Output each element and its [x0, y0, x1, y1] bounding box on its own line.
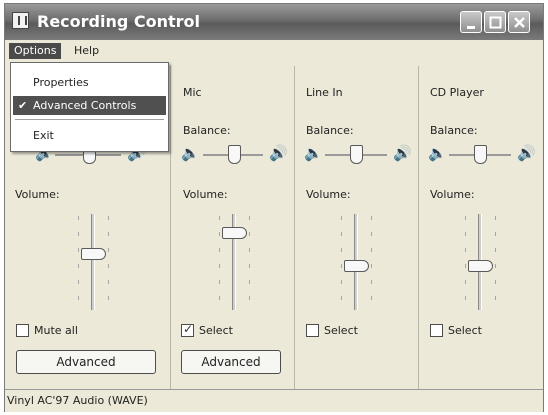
balance-label: Balance:: [183, 124, 231, 137]
speaker-left-icon: 🔈: [304, 144, 323, 162]
balance-slider-cd-player[interactable]: [474, 145, 487, 164]
volume-slider-line-in[interactable]: [344, 260, 369, 272]
column-divider: [170, 66, 171, 389]
balance-slider-mic[interactable]: [228, 145, 241, 164]
menu-item-label: Advanced Controls: [33, 99, 137, 112]
column-title-cd-player: CD Player: [430, 86, 484, 99]
volume-ticks: [465, 216, 466, 308]
volume-ticks: [495, 216, 496, 308]
select-checkbox-line-in[interactable]: [306, 324, 319, 337]
menu-item-label: Exit: [33, 129, 54, 142]
volume-ticks: [219, 216, 220, 308]
column-title-line-in: Line In: [306, 86, 343, 99]
menu-item-properties[interactable]: Properties: [13, 73, 166, 92]
menu-item-exit[interactable]: Exit: [13, 126, 166, 145]
balance-slider-line-in[interactable]: [350, 145, 363, 164]
volume-ticks: [249, 216, 250, 308]
column-title-mic: Mic: [183, 86, 202, 99]
column-divider: [418, 66, 419, 389]
mute-all-checkbox[interactable]: [16, 324, 29, 337]
volume-slider-master[interactable]: [81, 248, 106, 260]
volume-label: Volume:: [430, 188, 475, 201]
volume-label: Volume:: [306, 188, 351, 201]
minimize-icon: [467, 26, 475, 29]
volume-label: Volume:: [15, 188, 60, 201]
mute-all-label: Mute all: [34, 324, 78, 337]
menu-options[interactable]: Options: [9, 43, 62, 59]
title-bar[interactable]: Recording Control: [5, 4, 543, 40]
speaker-right-icon: 🔊: [269, 144, 288, 162]
select-checkbox-mic[interactable]: ✓: [181, 322, 194, 337]
volume-ticks: [78, 216, 79, 308]
menu-help[interactable]: Help: [69, 43, 104, 59]
speaker-right-icon: 🔊: [393, 144, 412, 162]
close-button[interactable]: [508, 11, 530, 33]
checkmark-icon: ✔: [18, 99, 28, 112]
volume-ticks: [371, 216, 372, 308]
volume-slider-mic[interactable]: [222, 227, 247, 239]
recording-control-window: Recording Control Options Help 🔈 🔊 Volum…: [4, 3, 544, 412]
status-text: Vinyl AC'97 Audio (WAVE): [7, 394, 148, 407]
app-icon[interactable]: [12, 12, 29, 29]
options-dropdown-menu: Properties ✔ Advanced Controls Exit: [10, 62, 169, 152]
window-title: Recording Control: [37, 12, 201, 31]
status-bar: Vinyl AC'97 Audio (WAVE): [5, 389, 543, 412]
volume-ticks: [341, 216, 342, 308]
volume-slider-cd-player[interactable]: [468, 260, 493, 272]
balance-label: Balance:: [430, 124, 478, 137]
speaker-right-icon: 🔊: [517, 144, 536, 162]
advanced-button-master[interactable]: Advanced: [16, 350, 156, 374]
select-checkbox-cd-player[interactable]: [430, 324, 443, 337]
select-label-cd-player: Select: [448, 324, 482, 337]
select-label-line-in: Select: [324, 324, 358, 337]
speaker-left-icon: 🔈: [428, 144, 447, 162]
advanced-button-mic[interactable]: Advanced: [181, 350, 281, 374]
menu-bar: Options Help: [5, 40, 543, 62]
select-label-mic: Select: [199, 324, 233, 337]
balance-label: Balance:: [306, 124, 354, 137]
menu-item-advanced-controls[interactable]: ✔ Advanced Controls: [13, 96, 166, 115]
menu-separator: [15, 119, 164, 120]
volume-ticks: [108, 216, 109, 308]
maximize-button[interactable]: [484, 11, 506, 33]
maximize-icon: [489, 16, 502, 29]
volume-track: [91, 214, 95, 310]
speaker-left-icon: 🔈: [181, 144, 200, 162]
close-icon: [514, 17, 525, 28]
menu-item-label: Properties: [33, 76, 89, 89]
column-divider: [294, 66, 295, 389]
minimize-button[interactable]: [460, 11, 482, 33]
volume-label: Volume:: [183, 188, 228, 201]
